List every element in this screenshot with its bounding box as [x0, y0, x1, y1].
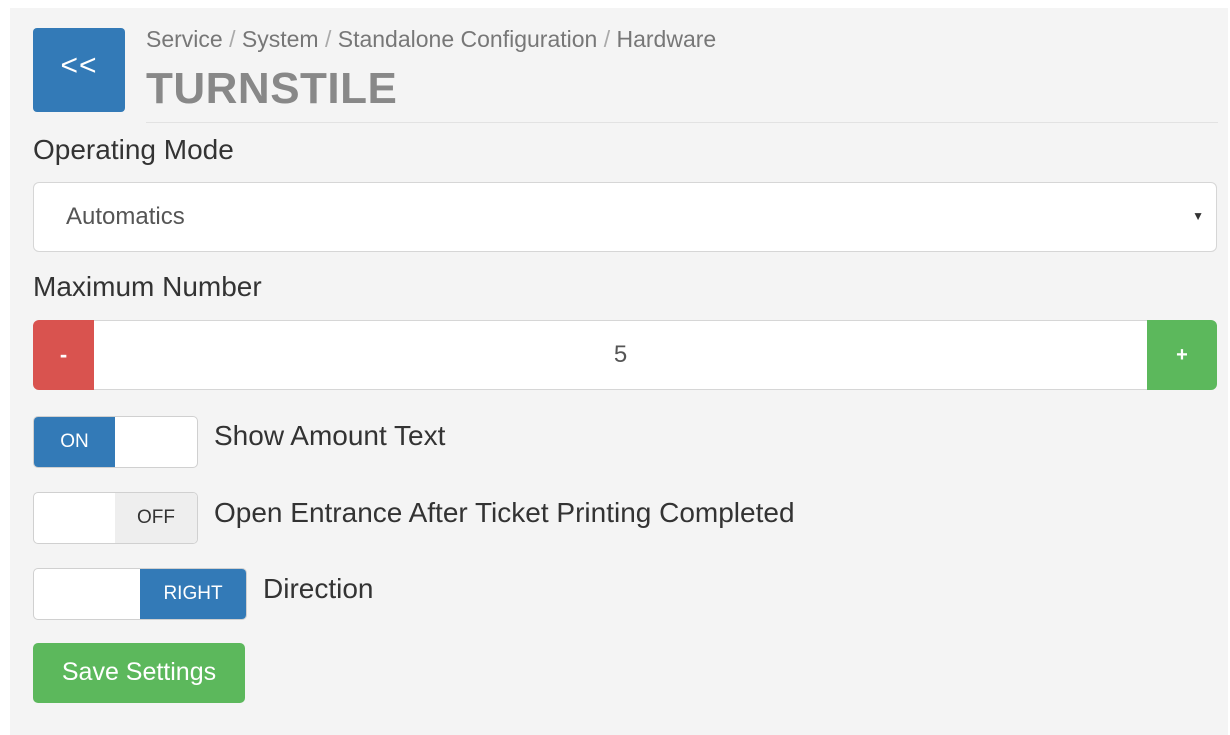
show-amount-text-toggle[interactable]: ON — [33, 416, 198, 468]
back-button[interactable]: << — [33, 28, 125, 112]
settings-panel: << Service / System / Standalone Configu… — [10, 8, 1228, 735]
operating-mode-label: Operating Mode — [33, 134, 234, 165]
toggle-state-right: RIGHT — [140, 569, 246, 619]
save-settings-button[interactable]: Save Settings — [33, 643, 245, 703]
breadcrumb: Service / System / Standalone Configurat… — [146, 26, 716, 53]
toggle-state-on: ON — [34, 417, 115, 467]
title-divider — [146, 122, 1218, 123]
maximum-number-input[interactable]: 5 — [94, 320, 1147, 390]
toggle-state-off: OFF — [115, 493, 197, 543]
operating-mode-select[interactable]: Automatics ▼ — [33, 182, 1217, 252]
breadcrumb-item-service[interactable]: Service — [146, 26, 223, 52]
operating-mode-selected-value: Automatics — [66, 203, 185, 230]
breadcrumb-separator: / — [229, 26, 236, 52]
breadcrumb-item-hardware[interactable]: Hardware — [617, 26, 717, 52]
breadcrumb-separator: / — [603, 26, 611, 52]
breadcrumb-item-system[interactable]: System — [242, 26, 319, 52]
increment-button[interactable]: + — [1147, 320, 1217, 390]
decrement-button[interactable]: - — [33, 320, 94, 390]
show-amount-text-label: Show Amount Text — [214, 420, 446, 451]
direction-label: Direction — [263, 573, 374, 604]
open-entrance-toggle[interactable]: OFF — [33, 492, 198, 544]
breadcrumb-separator: / — [324, 26, 332, 52]
breadcrumb-item-standalone-configuration[interactable]: Standalone Configuration — [338, 26, 598, 52]
maximum-number-label: Maximum Number — [33, 271, 262, 302]
page-title: TURNSTILE — [146, 64, 398, 113]
maximum-number-stepper: - 5 + — [33, 320, 1217, 390]
direction-toggle[interactable]: RIGHT — [33, 568, 247, 620]
caret-down-icon: ▼ — [1192, 209, 1204, 223]
open-entrance-label: Open Entrance After Ticket Printing Comp… — [214, 497, 795, 528]
